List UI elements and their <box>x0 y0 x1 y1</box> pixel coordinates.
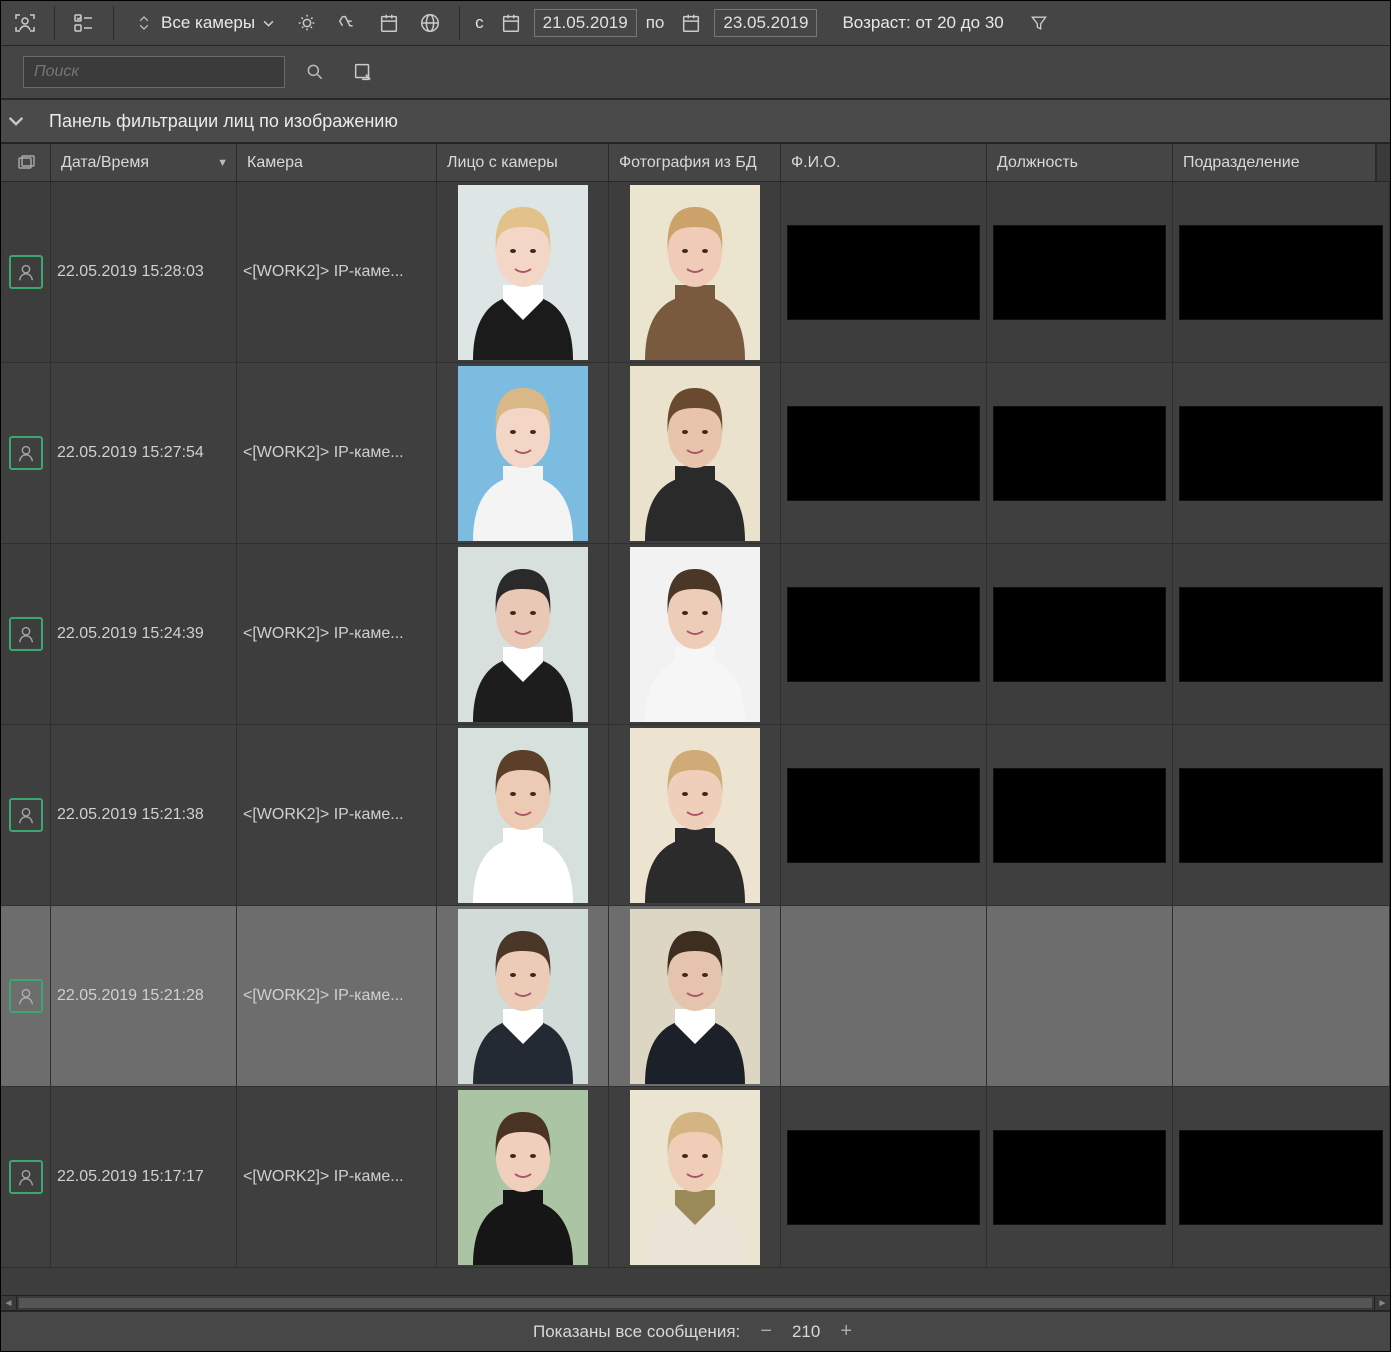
search-input[interactable] <box>23 56 285 88</box>
row-position <box>987 906 1173 1086</box>
col-department[interactable]: Подразделение <box>1173 144 1376 181</box>
expand-vert-icon <box>135 14 153 32</box>
row-camera-face <box>437 1087 609 1267</box>
date-to-prefix: по <box>646 13 665 33</box>
grid-body: 22.05.2019 15:28:03 <[WORK2]> IP-каме... <box>1 182 1390 1295</box>
row-position <box>987 182 1173 362</box>
row-datetime: 22.05.2019 15:28:03 <box>51 182 237 362</box>
row-db-face <box>609 1087 781 1267</box>
row-datetime: 22.05.2019 15:21:38 <box>51 725 237 905</box>
row-camera-face <box>437 182 609 362</box>
date-from-prefix: с <box>475 13 484 33</box>
row-camera: <[WORK2]> IP-каме... <box>237 1087 437 1267</box>
row-face-icon <box>1 906 51 1086</box>
scroll-left-icon[interactable]: ◄ <box>1 1296 17 1310</box>
camera-selector-dropdown[interactable]: Все камеры <box>125 5 284 41</box>
row-fio <box>781 906 987 1086</box>
status-bar: Показаны все сообщения: − 210 + <box>1 1311 1390 1351</box>
row-department <box>1173 544 1390 724</box>
row-datetime: 22.05.2019 15:21:28 <box>51 906 237 1086</box>
col-db-photo[interactable]: Фотография из БД <box>609 144 781 181</box>
row-face-icon <box>1 725 51 905</box>
row-camera: <[WORK2]> IP-каме... <box>237 725 437 905</box>
text-tag-icon[interactable] <box>330 5 366 41</box>
calendar-icon[interactable] <box>371 5 407 41</box>
row-fio <box>781 1087 987 1267</box>
col-camera[interactable]: Камера <box>237 144 437 181</box>
chevron-down-icon <box>1 100 31 142</box>
row-camera: <[WORK2]> IP-каме... <box>237 544 437 724</box>
row-department <box>1173 1087 1390 1267</box>
row-fio <box>781 363 987 543</box>
status-label: Показаны все сообщения: <box>533 1322 740 1342</box>
row-camera-face <box>437 544 609 724</box>
camera-selector-label: Все камеры <box>161 13 255 33</box>
row-camera: <[WORK2]> IP-каме... <box>237 182 437 362</box>
row-position <box>987 1087 1173 1267</box>
count-increment-button[interactable]: + <box>834 1320 858 1343</box>
table-row[interactable]: 22.05.2019 15:27:54 <[WORK2]> IP-каме... <box>1 363 1390 544</box>
row-department <box>1173 906 1390 1086</box>
filter-panel-title: Панель фильтрации лиц по изображению <box>31 111 398 132</box>
grid-header: Дата/Время ▼ Камера Лицо с камеры Фотогр… <box>1 144 1390 182</box>
col-datetime[interactable]: Дата/Время ▼ <box>51 144 237 181</box>
col-camera-face[interactable]: Лицо с камеры <box>437 144 609 181</box>
date-to-field[interactable]: 23.05.2019 <box>714 9 817 37</box>
chevron-down-icon <box>263 18 274 29</box>
row-face-icon <box>1 182 51 362</box>
table-row[interactable]: 22.05.2019 15:17:17 <[WORK2]> IP-каме... <box>1 1087 1390 1268</box>
row-camera: <[WORK2]> IP-каме... <box>237 363 437 543</box>
main-toolbar: Все камеры с 21.05.2019 по 23.05.2019 Во… <box>1 1 1390 46</box>
row-position <box>987 363 1173 543</box>
row-position <box>987 725 1173 905</box>
row-department <box>1173 725 1390 905</box>
table-row[interactable]: 22.05.2019 15:21:38 <[WORK2]> IP-каме... <box>1 725 1390 906</box>
row-camera-face <box>437 363 609 543</box>
status-count: 210 <box>792 1322 820 1342</box>
export-icon[interactable] <box>345 54 381 90</box>
row-camera-face <box>437 725 609 905</box>
row-face-icon <box>1 1087 51 1267</box>
filter-panel-header[interactable]: Панель фильтрации лиц по изображению <box>1 99 1390 143</box>
row-position <box>987 544 1173 724</box>
col-checkbox[interactable] <box>1 144 51 181</box>
table-row[interactable]: 22.05.2019 15:28:03 <[WORK2]> IP-каме... <box>1 182 1390 363</box>
age-filter-label: Возраст: от 20 до 30 <box>842 13 1003 33</box>
row-datetime: 22.05.2019 15:27:54 <box>51 363 237 543</box>
row-department <box>1173 363 1390 543</box>
search-icon[interactable] <box>297 54 333 90</box>
calendar-from-icon[interactable] <box>493 5 529 41</box>
scroll-right-icon[interactable]: ► <box>1374 1296 1390 1310</box>
row-db-face <box>609 363 781 543</box>
row-face-icon <box>1 363 51 543</box>
results-grid: Дата/Время ▼ Камера Лицо с камеры Фотогр… <box>1 143 1390 1295</box>
row-fio <box>781 725 987 905</box>
row-department <box>1173 182 1390 362</box>
row-db-face <box>609 544 781 724</box>
col-position[interactable]: Должность <box>987 144 1173 181</box>
row-fio <box>781 544 987 724</box>
table-row[interactable]: 22.05.2019 15:21:28 <[WORK2]> IP-каме... <box>1 906 1390 1087</box>
search-toolbar <box>1 46 1390 99</box>
tree-check-icon[interactable] <box>66 5 102 41</box>
row-camera-face <box>437 906 609 1086</box>
face-detect-icon[interactable] <box>7 5 43 41</box>
calendar-to-icon[interactable] <box>673 5 709 41</box>
row-db-face <box>609 906 781 1086</box>
row-datetime: 22.05.2019 15:24:39 <box>51 544 237 724</box>
count-decrement-button[interactable]: − <box>754 1320 778 1343</box>
row-camera: <[WORK2]> IP-каме... <box>237 906 437 1086</box>
col-fio[interactable]: Ф.И.О. <box>781 144 987 181</box>
row-face-icon <box>1 544 51 724</box>
row-datetime: 22.05.2019 15:17:17 <box>51 1087 237 1267</box>
date-from-field[interactable]: 21.05.2019 <box>534 9 637 37</box>
table-row[interactable]: 22.05.2019 15:24:39 <[WORK2]> IP-каме... <box>1 544 1390 725</box>
row-db-face <box>609 182 781 362</box>
refresh-icon[interactable] <box>289 5 325 41</box>
filter-funnel-icon[interactable] <box>1021 5 1057 41</box>
sort-desc-icon: ▼ <box>217 157 228 169</box>
row-fio <box>781 182 987 362</box>
globe-icon[interactable] <box>412 5 448 41</box>
row-db-face <box>609 725 781 905</box>
